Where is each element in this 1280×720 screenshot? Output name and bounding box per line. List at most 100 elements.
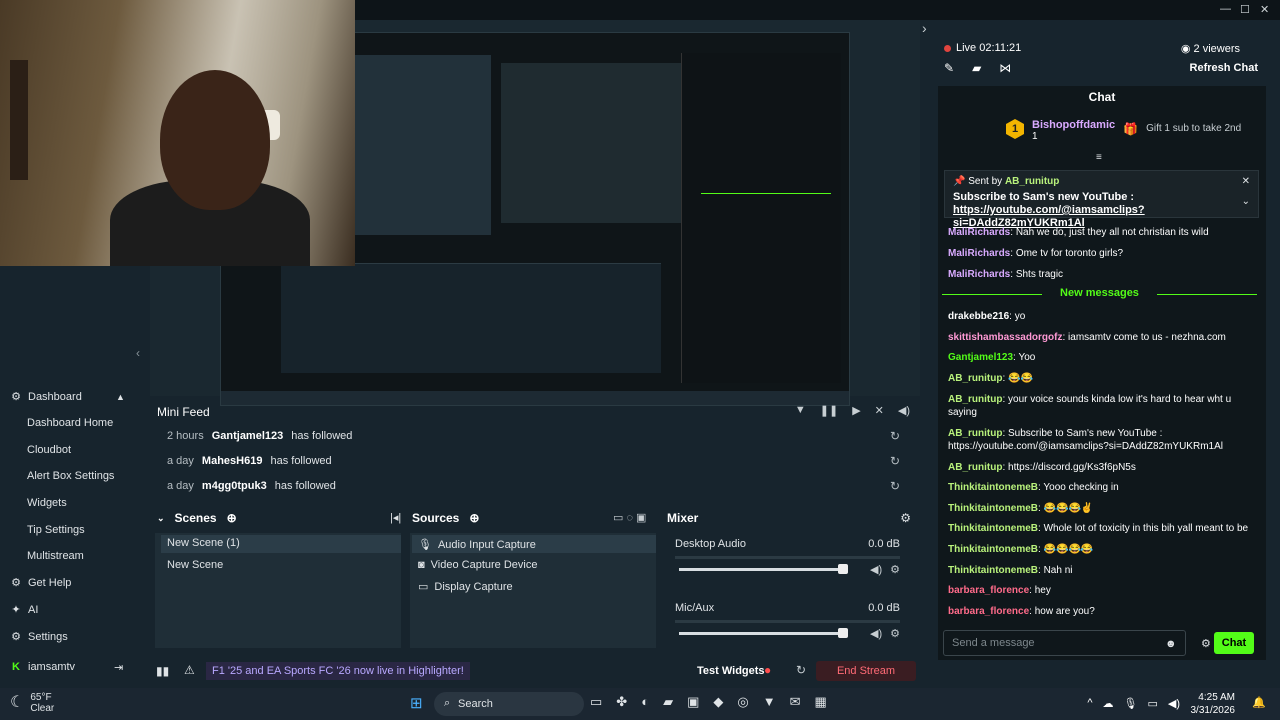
alert-icon[interactable]: ⚠ — [184, 663, 195, 677]
notification-bell-icon[interactable]: 🔔 — [1252, 696, 1266, 709]
volume-icon[interactable]: ◀) — [1168, 697, 1180, 710]
skip-icon[interactable]: ▶ — [852, 404, 860, 417]
close-button[interactable]: ✕ — [1260, 3, 1269, 16]
chat-username[interactable]: drakebbe216 — [948, 311, 1009, 322]
store-icon[interactable]: ▣ — [687, 694, 699, 710]
replay-icon[interactable]: ↻ — [890, 479, 900, 493]
chrome-icon[interactable]: ◎ — [737, 694, 748, 710]
mic-icon[interactable]: 🎙 — [1124, 697, 1138, 710]
end-stream-button[interactable]: End Stream — [816, 661, 916, 681]
chat-send-button[interactable]: Chat — [1214, 632, 1254, 654]
unpin-icon[interactable]: ✕ — [1242, 176, 1250, 187]
source-item[interactable]: 🎙 Audio Input Capture — [418, 538, 536, 552]
scene-item[interactable]: New Scene (1) — [161, 535, 401, 553]
add-scene-icon[interactable]: ⊕ — [227, 511, 237, 525]
sidebar-item-tip-settings[interactable]: Tip Settings — [27, 524, 85, 536]
expand-arrow-icon[interactable]: › — [922, 20, 927, 36]
chevron-up-icon[interactable]: ▲ — [116, 392, 125, 402]
chevron-up-icon[interactable]: ^ — [1087, 697, 1092, 710]
slider-knob[interactable] — [838, 564, 849, 574]
edge-icon[interactable]: ◐ — [641, 694, 649, 710]
sidebar-item-alert-box[interactable]: Alert Box Settings — [27, 470, 114, 482]
clock[interactable]: 4:25 AM 3/31/2026 — [1191, 691, 1236, 717]
chat-username[interactable]: MaliRichards — [948, 227, 1010, 238]
sidebar-item-account[interactable]: K iamsamtv ⇥ — [10, 661, 123, 674]
volume-slider[interactable] — [679, 628, 849, 638]
speaker-icon[interactable]: ◀) — [870, 563, 882, 576]
slider-knob[interactable] — [838, 628, 849, 638]
source-item[interactable]: ▭ Display Capture — [418, 580, 513, 594]
chat-username[interactable]: MaliRichards — [948, 248, 1010, 259]
network-icon[interactable]: ☁ — [1103, 697, 1114, 710]
emoji-icon[interactable]: ☻ — [1165, 638, 1177, 650]
pinned-user[interactable]: AB_runitup — [1005, 176, 1059, 187]
chat-username[interactable]: AB_runitup — [948, 373, 1002, 384]
stats-icon[interactable]: ▮▮ — [156, 664, 169, 678]
record-icon[interactable]: ● — [764, 663, 771, 677]
source-tools-icon[interactable]: ▭ ◌ ▣ — [613, 511, 646, 524]
share-icon[interactable]: ⋈ — [999, 61, 1011, 75]
scene-layout-icon[interactable]: |◂| — [390, 511, 401, 524]
replay-icon[interactable]: ↻ — [890, 454, 900, 468]
chat-username[interactable]: barbara_florence — [948, 606, 1029, 617]
mixer-settings-icon[interactable]: ⚙ — [900, 511, 911, 525]
chat-username[interactable]: MaliRichards — [948, 269, 1010, 280]
file-explorer-icon[interactable]: ▭ — [590, 694, 602, 710]
chat-username[interactable]: skittishambassadorgofz — [948, 332, 1062, 343]
highlighter-alert[interactable]: F1 '25 and EA Sports FC '26 now live in … — [206, 662, 470, 680]
edit-icon[interactable]: ✎ — [944, 61, 954, 75]
sidebar-item-widgets[interactable]: Widgets — [27, 497, 67, 509]
sidebar-item-settings[interactable]: ⚙ Settings — [10, 630, 68, 644]
sidebar-item-multistream[interactable]: Multistream — [27, 550, 84, 562]
mute-alerts-icon[interactable]: ✕ — [875, 404, 884, 417]
collapse-sidebar-icon[interactable]: ‹ — [136, 346, 140, 360]
copilot-icon[interactable]: ✤ — [616, 694, 627, 710]
taskbar-search[interactable]: Search — [434, 692, 584, 716]
volume-icon[interactable]: ◀) — [898, 404, 910, 417]
chat-username[interactable]: Gantjamel123 — [948, 352, 1013, 363]
logout-icon[interactable]: ⇥ — [114, 661, 123, 674]
sidebar-item-dashboard-home[interactable]: Dashboard Home — [27, 417, 113, 429]
chat-input[interactable]: Send a message — [943, 630, 1186, 656]
chat-username[interactable]: ThinkitaintonemeB — [948, 544, 1038, 555]
app-icon[interactable]: ▼ — [763, 694, 776, 710]
chevron-down-icon[interactable]: ⌄ — [157, 513, 165, 524]
app-icon[interactable]: ◆ — [713, 694, 723, 710]
display-icon[interactable]: ▭ — [1147, 697, 1157, 710]
sidebar-item-ai[interactable]: ✦ AI — [10, 603, 38, 617]
maximize-button[interactable]: ☐ — [1240, 3, 1250, 16]
sidebar-item-get-help[interactable]: ⚙ Get Help — [10, 576, 71, 590]
speaker-icon[interactable]: ◀) — [870, 627, 882, 640]
chat-username[interactable]: AB_runitup — [948, 462, 1002, 473]
minimize-button[interactable]: — — [1220, 3, 1231, 15]
chat-username[interactable]: ThinkitaintonemeB — [948, 565, 1038, 576]
windows-start-icon[interactable]: ⊞ — [410, 694, 423, 712]
scene-item[interactable]: New Scene — [161, 557, 401, 575]
folder-icon[interactable]: ▰ — [663, 694, 673, 710]
volume-slider[interactable] — [679, 564, 849, 574]
weather-widget[interactable]: ☾ 65°F Clear — [10, 692, 54, 714]
filter-icon[interactable]: ▼ — [795, 404, 806, 417]
pause-icon[interactable]: ❚❚ — [820, 404, 838, 417]
sidebar-item-dashboard[interactable]: ⚙ Dashboard ▲ — [10, 390, 125, 404]
add-source-icon[interactable]: ⊕ — [469, 511, 479, 525]
gear-icon[interactable]: ⚙ — [890, 563, 900, 576]
chat-username[interactable]: ThinkitaintonemeB — [948, 482, 1038, 493]
chat-username[interactable]: AB_runitup — [948, 428, 1002, 439]
gifter-name[interactable]: Bishopoffdamic — [1032, 119, 1115, 131]
folder-icon[interactable]: ▰ — [972, 61, 981, 75]
chat-username[interactable]: AB_runitup — [948, 394, 1002, 405]
chat-settings-icon[interactable]: ⚙ — [1201, 637, 1211, 650]
streamlabs-icon[interactable]: ▦ — [814, 694, 826, 710]
replay-icon[interactable]: ↻ — [890, 429, 900, 443]
menu-icon[interactable]: ≡ — [1096, 152, 1102, 163]
refresh-chat-button[interactable]: Refresh Chat — [1190, 62, 1258, 74]
chat-username[interactable]: ThinkitaintonemeB — [948, 523, 1038, 534]
gift-text[interactable]: Gift 1 sub to take 2nd — [1146, 123, 1241, 134]
chat-username[interactable]: barbara_florence — [948, 585, 1029, 596]
gear-icon[interactable]: ⚙ — [890, 627, 900, 640]
chat-username[interactable]: ThinkitaintonemeB — [948, 503, 1038, 514]
replay-buffer-icon[interactable]: ↻ — [796, 663, 806, 677]
outlook-icon[interactable]: ✉ — [790, 694, 801, 710]
source-item[interactable]: ◙ Video Capture Device — [418, 559, 537, 571]
